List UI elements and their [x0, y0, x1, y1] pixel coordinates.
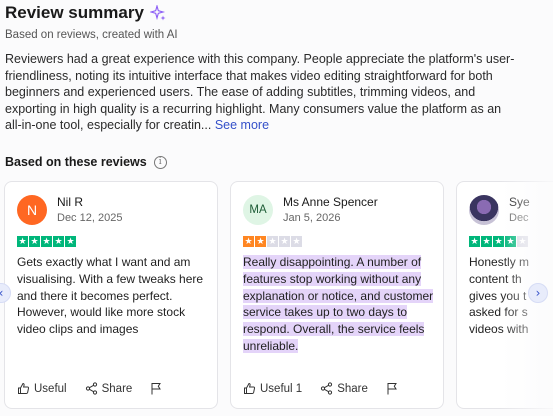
- star-icon: ★: [255, 236, 266, 247]
- review-date: Jan 5, 2026: [283, 212, 341, 224]
- star-icon: ★: [481, 236, 492, 247]
- useful-button[interactable]: Useful 1: [243, 382, 302, 395]
- star-icon: ★: [41, 236, 52, 247]
- share-label: Share: [101, 382, 133, 395]
- reviewer-name[interactable]: Nil R: [57, 195, 122, 209]
- share-button[interactable]: Share: [320, 382, 368, 395]
- review-actions: Useful Share: [17, 382, 162, 395]
- reviewer: MA Ms Anne Spencer Jan 5, 2026: [243, 195, 378, 225]
- chevron-right-icon: ›: [535, 286, 541, 300]
- star-rating: ★ ★ ★ ★ ★: [469, 236, 528, 247]
- review-date: Dec 12, 2025: [57, 212, 123, 224]
- review-date: Dec: [509, 212, 529, 224]
- star-icon: ★: [291, 236, 302, 247]
- review-card: N Nil R Dec 12, 2025 ★ ★ ★ ★ ★ Gets exac…: [4, 181, 218, 409]
- avatar: MA: [243, 195, 273, 225]
- info-icon[interactable]: i: [153, 155, 167, 169]
- highlighted-text: Really disappointing. A number of featur…: [243, 255, 434, 353]
- carousel-next-button[interactable]: ›: [528, 283, 548, 303]
- useful-label: Useful 1: [260, 382, 303, 395]
- review-summary: Review summary Based on reviews, created…: [5, 2, 545, 134]
- reviews-heading: Based on these reviews i: [5, 155, 167, 169]
- review-text-line: Honestly m: [469, 255, 530, 269]
- star-icon: ★: [267, 236, 278, 247]
- reviewer: Sye Dec: [469, 195, 530, 225]
- reviewer: N Nil R Dec 12, 2025: [17, 195, 122, 225]
- chevron-left-icon: ‹: [0, 286, 3, 300]
- share-label: Share: [337, 382, 368, 395]
- avatar: N: [17, 195, 47, 225]
- thumbs-up-icon: [244, 382, 256, 394]
- review-text: Really disappointing. A number of featur…: [243, 254, 435, 355]
- reviewer-name[interactable]: Ms Anne Spencer: [283, 195, 378, 209]
- useful-button[interactable]: Useful: [17, 382, 67, 395]
- flag-icon[interactable]: [386, 382, 398, 395]
- review-text: Gets exactly what I want and am visualis…: [17, 255, 204, 337]
- review-card: MA Ms Anne Spencer Jan 5, 2026 ★ ★ ★ ★ ★…: [230, 181, 444, 409]
- star-icon: ★: [517, 236, 528, 247]
- summary-header: Review summary: [5, 2, 545, 24]
- share-icon: [85, 382, 97, 395]
- useful-label: Useful: [34, 382, 67, 395]
- summary-text: Reviewers had a great experience with th…: [5, 51, 515, 134]
- share-icon: [321, 382, 333, 395]
- star-icon: ★: [29, 236, 40, 247]
- summary-title: Review summary: [5, 3, 144, 22]
- star-icon: ★: [493, 236, 504, 247]
- reviewer-name[interactable]: Sye: [509, 195, 530, 209]
- thumbs-up-icon: [18, 382, 30, 394]
- avatar: [469, 195, 499, 225]
- flag-icon[interactable]: [150, 382, 162, 395]
- reviews-heading-title: Based on these reviews: [5, 155, 147, 169]
- star-icon: ★: [469, 236, 480, 247]
- star-icon: ★: [243, 236, 254, 247]
- star-icon: ★: [17, 236, 28, 247]
- star-rating: ★ ★ ★ ★ ★: [17, 236, 76, 247]
- review-actions: Useful 1 Share: [243, 382, 398, 395]
- star-icon: ★: [65, 236, 76, 247]
- share-button[interactable]: Share: [85, 382, 133, 395]
- star-icon: ★: [53, 236, 64, 247]
- review-text-line: videos with: [469, 322, 529, 337]
- see-more-link[interactable]: See more: [215, 118, 269, 132]
- sparkle-icon: [149, 5, 166, 21]
- star-rating: ★ ★ ★ ★ ★: [243, 236, 302, 247]
- summary-subtitle: Based on reviews, created with AI: [5, 29, 178, 41]
- review-text-line: asked for s: [469, 305, 528, 320]
- star-icon: ★: [279, 236, 290, 247]
- star-icon: ★: [505, 236, 516, 247]
